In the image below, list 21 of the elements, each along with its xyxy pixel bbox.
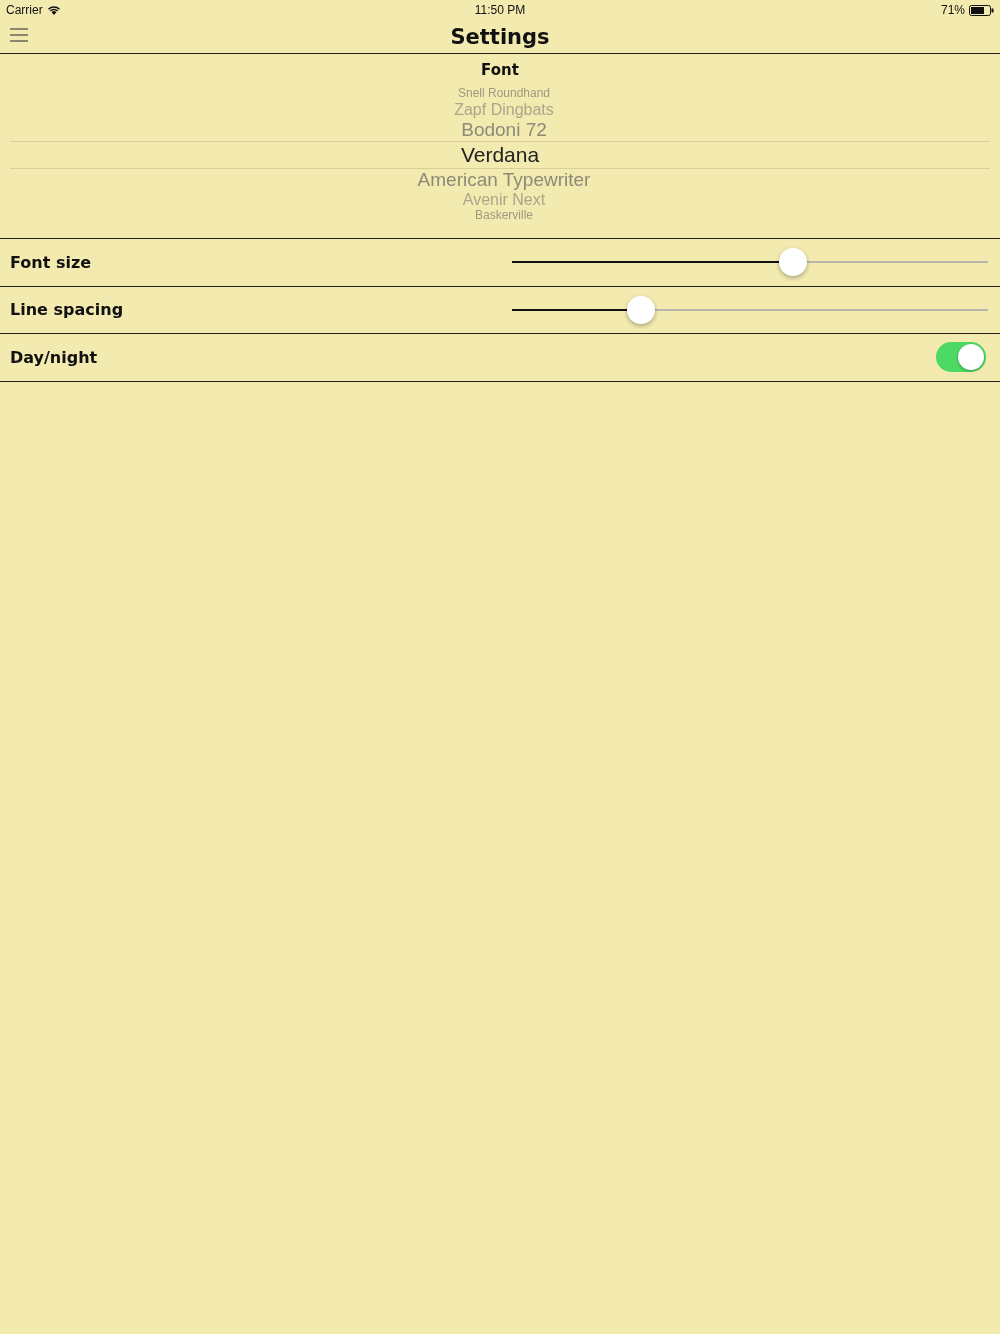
slider-thumb[interactable] — [778, 248, 807, 277]
font-option[interactable]: Verdana — [10, 141, 990, 170]
font-option[interactable]: American Typewriter — [409, 169, 591, 191]
font-option[interactable]: Zapf Dingbats — [446, 100, 554, 120]
page-title: Settings — [450, 24, 550, 49]
font-option[interactable]: Snell Roundhand — [449, 87, 551, 101]
section-label: Font — [481, 61, 519, 79]
setting-label: Day/night — [10, 347, 98, 367]
carrier-label: Carrier — [6, 3, 43, 17]
setting-label: Font size — [10, 252, 92, 272]
wifi-icon — [46, 5, 61, 15]
toggle-switch[interactable] — [936, 342, 986, 373]
battery-icon — [969, 4, 994, 16]
font-option[interactable]: Bodoni 72 — [453, 119, 547, 142]
setting-label: Line spacing — [10, 300, 124, 320]
slider-thumb[interactable] — [626, 295, 655, 324]
battery-percent: 71% — [940, 3, 965, 17]
menu-icon[interactable] — [10, 28, 28, 42]
clock-time: 11:50 PM — [474, 3, 526, 17]
font-option[interactable]: Avenir Next — [454, 191, 546, 210]
font-option[interactable]: Baskerville — [467, 209, 533, 224]
